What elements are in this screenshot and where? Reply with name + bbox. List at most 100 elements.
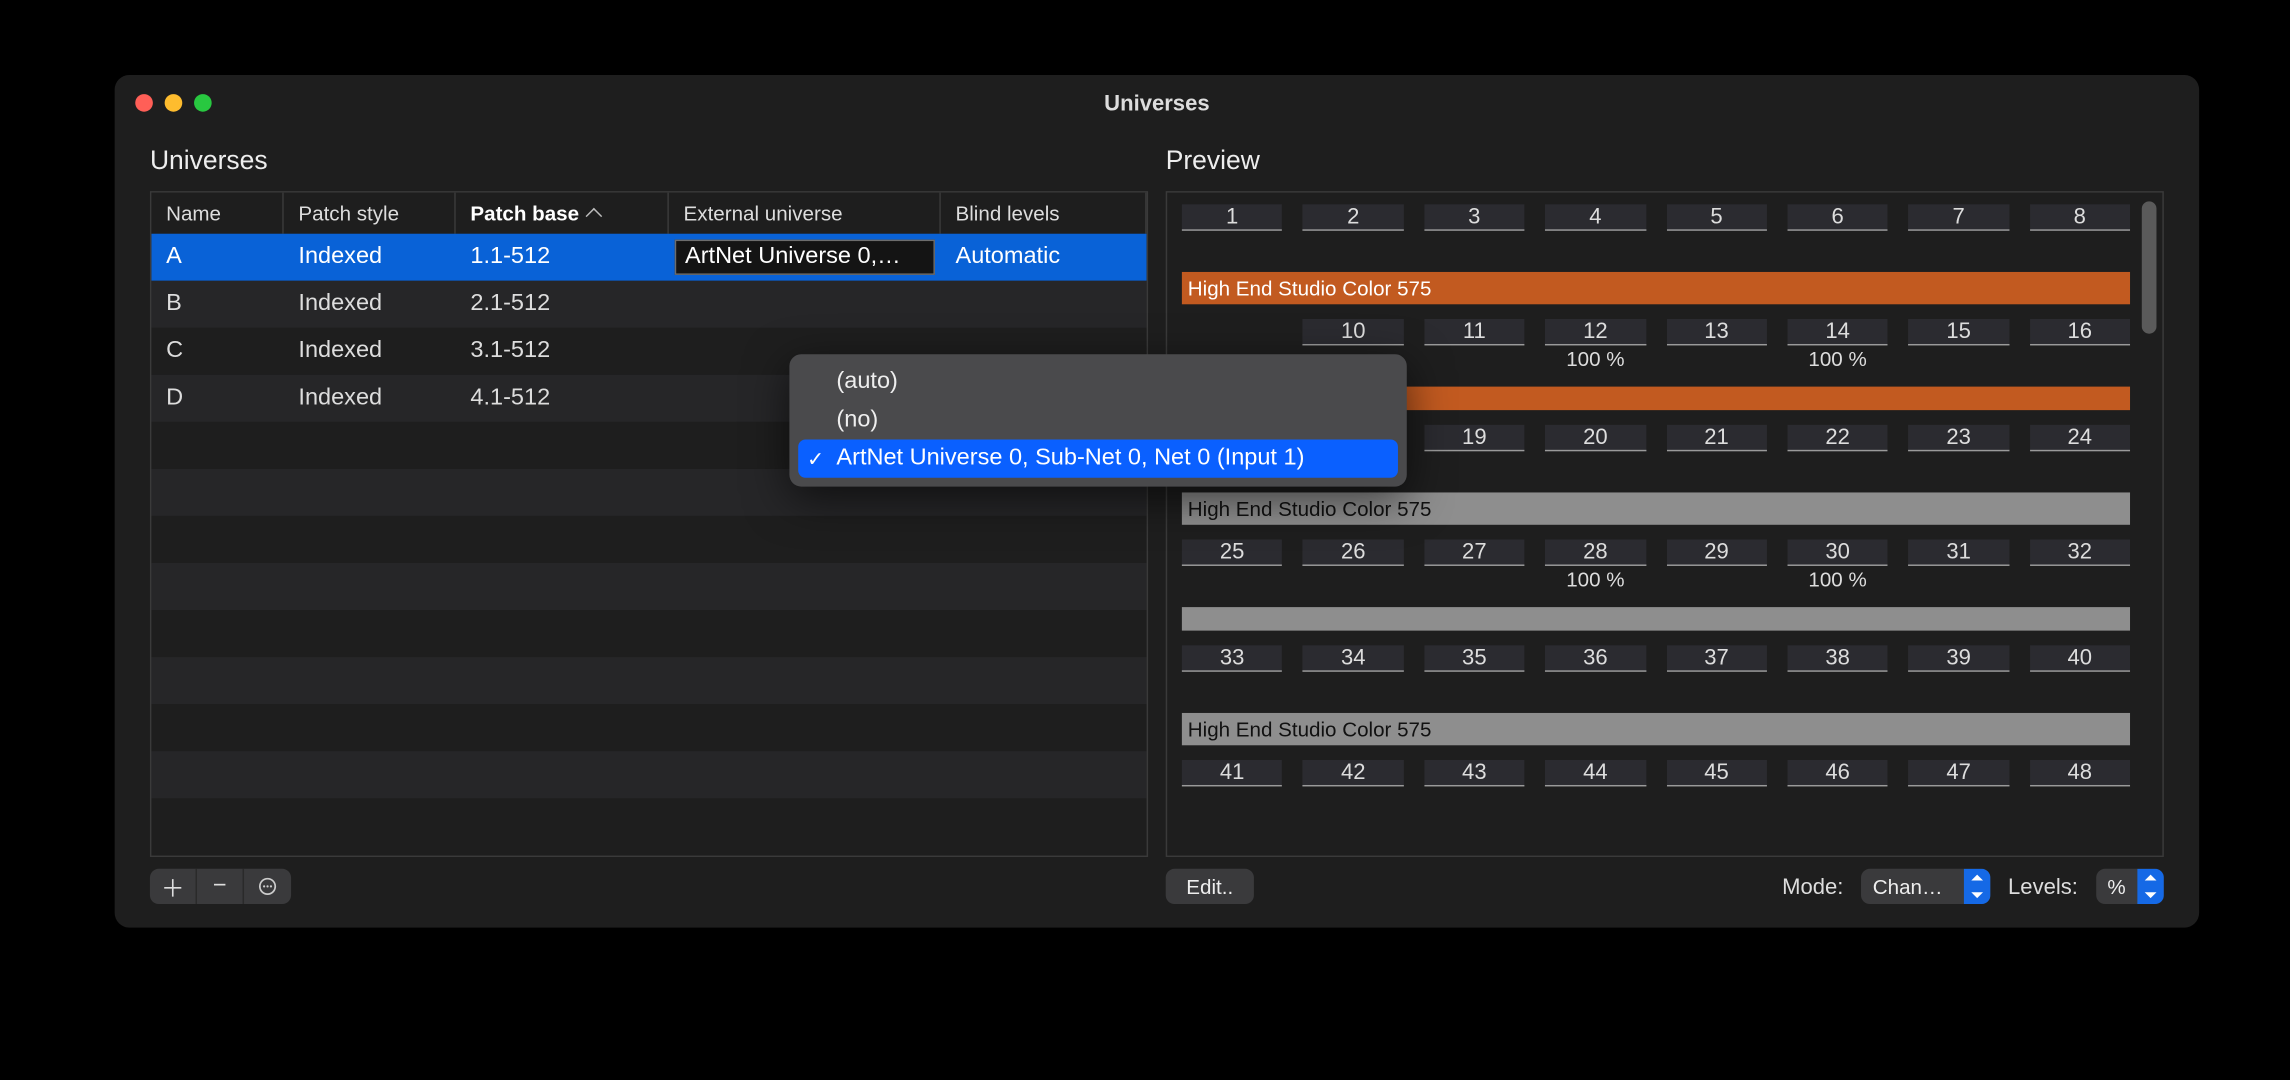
preview-section-title: Preview — [1166, 146, 2164, 177]
channel-31[interactable]: 31 — [1908, 539, 2009, 592]
channel-16[interactable]: 16 — [2030, 319, 2131, 372]
levels-label: Levels: — [2008, 874, 2078, 899]
channel-46[interactable]: 46 — [1787, 760, 1888, 813]
channel-15[interactable]: 15 — [1908, 319, 2009, 372]
cell-ext: ArtNet Universe 0,… — [675, 240, 935, 275]
channel-23[interactable]: 23 — [1908, 425, 2009, 478]
channel-value — [1424, 788, 1525, 813]
channel-1[interactable]: 1 — [1182, 204, 1283, 257]
channel-29[interactable]: 29 — [1666, 539, 1767, 592]
channel-21[interactable]: 21 — [1666, 425, 1767, 478]
channel-14[interactable]: 14100 % — [1787, 319, 1888, 372]
channel-43[interactable]: 43 — [1424, 760, 1525, 813]
channel-37[interactable]: 37 — [1666, 645, 1767, 698]
channel-33[interactable]: 33 — [1182, 645, 1283, 698]
preview-panel: 12345678High End Studio Color 5751011121… — [1166, 191, 2164, 857]
remove-universe-button[interactable]: − — [197, 869, 244, 904]
window-title: Universes — [115, 90, 2199, 115]
channel-41[interactable]: 41 — [1182, 760, 1283, 813]
channel-35[interactable]: 35 — [1424, 645, 1525, 698]
chevron-up-down-icon — [2137, 869, 2163, 904]
edit-button[interactable]: Edit.. — [1166, 869, 1254, 904]
channel-value — [1545, 453, 1646, 478]
channel-value — [1545, 673, 1646, 698]
channel-30[interactable]: 30100 % — [1787, 539, 1888, 592]
channel-number: 42 — [1303, 760, 1404, 786]
channel-value — [1908, 788, 2009, 813]
channel-24[interactable]: 24 — [2030, 425, 2131, 478]
cell-style: Indexed — [284, 385, 456, 411]
channel-27[interactable]: 27 — [1424, 539, 1525, 592]
channel-number: 14 — [1787, 319, 1888, 345]
mode-select[interactable]: Chann… — [1861, 869, 1990, 904]
channel-19[interactable]: 19 — [1424, 425, 1525, 478]
channel-34[interactable]: 34 — [1303, 645, 1404, 698]
add-universe-button[interactable]: ＋ — [150, 869, 197, 904]
channel-45[interactable]: 45 — [1666, 760, 1767, 813]
channel-12[interactable]: 12100 % — [1545, 319, 1646, 372]
channel-47[interactable]: 47 — [1908, 760, 2009, 813]
channel-11[interactable]: 11 — [1424, 319, 1525, 372]
universes-window: Universes Universes Name Patch style Pat… — [115, 75, 2199, 928]
channel-26[interactable]: 26 — [1303, 539, 1404, 592]
channel-28[interactable]: 28100 % — [1545, 539, 1646, 592]
channel-13[interactable]: 13 — [1666, 319, 1767, 372]
channel-8[interactable]: 8 — [2030, 204, 2131, 257]
channel-42[interactable]: 42 — [1303, 760, 1404, 813]
col-patch-style[interactable]: Patch style — [284, 193, 456, 234]
channel-7[interactable]: 7 — [1908, 204, 2009, 257]
titlebar: Universes — [115, 75, 2199, 131]
channel-48[interactable]: 48 — [2030, 760, 2131, 813]
channel-value — [1424, 453, 1525, 478]
external-universe-dropdown[interactable]: (auto) (no)✓ArtNet Universe 0, Sub-Net 0,… — [789, 354, 1406, 486]
channel-number: 37 — [1666, 645, 1767, 671]
chevron-up-down-icon — [1964, 869, 1990, 904]
fixture-label: High End Studio Color 575 — [1182, 713, 2130, 745]
universe-row-A[interactable]: AIndexed1.1-512ArtNet Universe 0,…Automa… — [151, 234, 1146, 281]
channel-22[interactable]: 22 — [1787, 425, 1888, 478]
channel-3[interactable]: 3 — [1424, 204, 1525, 257]
channel-number: 23 — [1908, 425, 2009, 451]
channel-20[interactable]: 20 — [1545, 425, 1646, 478]
dropdown-item-label: (auto) — [836, 369, 897, 394]
levels-select[interactable]: % — [2096, 869, 2164, 904]
universe-row-B[interactable]: BIndexed2.1-512 — [151, 281, 1146, 328]
channel-value — [1303, 788, 1404, 813]
channel-value: 100 % — [1787, 567, 1888, 592]
channel-40[interactable]: 40 — [2030, 645, 2131, 698]
channel-value — [2030, 347, 2131, 372]
check-icon: ✓ — [807, 447, 824, 472]
cell-style: Indexed — [284, 291, 456, 317]
more-actions-button[interactable] — [244, 869, 291, 904]
channel-value — [2030, 673, 2131, 698]
channel-number: 27 — [1424, 539, 1525, 565]
channel-6[interactable]: 6 — [1787, 204, 1888, 257]
channel-32[interactable]: 32 — [2030, 539, 2131, 592]
channel-39[interactable]: 39 — [1908, 645, 2009, 698]
channel-44[interactable]: 44 — [1545, 760, 1646, 813]
channel-value — [1182, 232, 1283, 257]
col-patch-base[interactable]: Patch base — [456, 193, 669, 234]
col-blind-levels[interactable]: Blind levels — [941, 193, 1147, 234]
channel-25[interactable]: 25 — [1182, 539, 1283, 592]
channel-number: 38 — [1787, 645, 1888, 671]
channel-2[interactable]: 2 — [1303, 204, 1404, 257]
channel-number: 25 — [1182, 539, 1283, 565]
channel-38[interactable]: 38 — [1787, 645, 1888, 698]
channel-value — [1424, 347, 1525, 372]
col-external-universe[interactable]: External universe — [669, 193, 941, 234]
channel-number: 11 — [1424, 319, 1525, 345]
col-name[interactable]: Name — [151, 193, 283, 234]
cell-name: C — [151, 338, 283, 364]
channel-value — [1424, 232, 1525, 257]
channel-36[interactable]: 36 — [1545, 645, 1646, 698]
channel-value — [1787, 453, 1888, 478]
channel-5[interactable]: 5 — [1666, 204, 1767, 257]
dropdown-item[interactable]: ✓ArtNet Universe 0, Sub-Net 0, Net 0 (In… — [798, 440, 1398, 478]
channel-4[interactable]: 4 — [1545, 204, 1646, 257]
channel-number: 46 — [1787, 760, 1888, 786]
channel-number: 4 — [1545, 204, 1646, 230]
preview-scrollbar[interactable] — [2142, 201, 2157, 333]
dropdown-item[interactable]: (auto) — [798, 363, 1398, 401]
dropdown-item[interactable]: (no) — [798, 401, 1398, 439]
